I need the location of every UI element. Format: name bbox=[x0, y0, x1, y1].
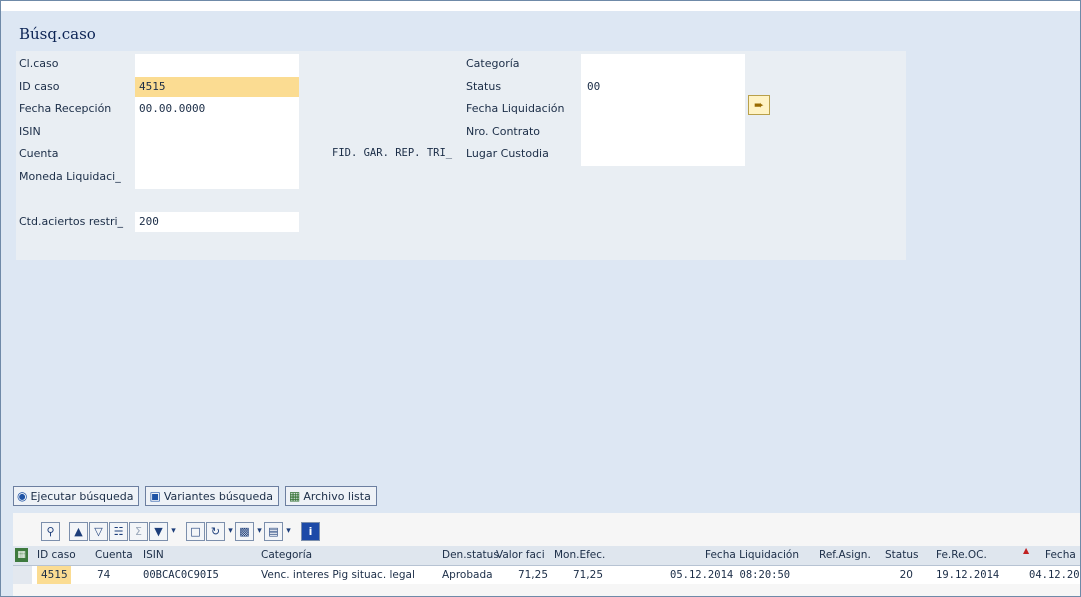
archive-list-button[interactable]: ▦ Archivo lista bbox=[284, 486, 377, 506]
variants-icon: ▣ bbox=[149, 489, 161, 503]
col-categoria[interactable]: Categoría bbox=[261, 546, 312, 565]
cell-isin: 00BCAC0C90I5 bbox=[143, 569, 219, 581]
subtotal-icon[interactable]: ▼ bbox=[149, 521, 168, 541]
chevron-down-icon[interactable]: ▾ bbox=[284, 522, 293, 541]
search-variants-label: Variantes búsqueda bbox=[163, 489, 273, 503]
label-moneda-liquidacion: Moneda Liquidaci_ bbox=[19, 170, 121, 183]
label-status: Status bbox=[466, 80, 502, 93]
fid-gar-rep-text: FID. GAR. REP. TRI_ bbox=[332, 147, 453, 159]
fecha-recepcion-field[interactable]: 00.00.0000 bbox=[135, 99, 299, 119]
cell-mon-efec: 71,25 bbox=[572, 569, 603, 581]
col-ref-asign[interactable]: Ref.Asign. bbox=[819, 546, 871, 565]
status-field[interactable]: 00 bbox=[581, 77, 745, 97]
cell-valor-faci: 71,25 bbox=[517, 569, 548, 581]
cell-status: 20 bbox=[899, 569, 913, 581]
layout-icon[interactable]: ▤ bbox=[264, 521, 283, 541]
screen-title: Búsq.caso bbox=[19, 25, 96, 43]
col-isin[interactable]: ISIN bbox=[143, 546, 164, 565]
cell-cuenta: 74 bbox=[97, 569, 111, 581]
export-icon[interactable]: ▩ bbox=[235, 521, 254, 541]
label-lugar-custodia: Lugar Custodia bbox=[466, 147, 549, 160]
sap-window: Búsq.caso Cl.caso ID caso Fecha Recepció… bbox=[0, 0, 1081, 597]
col-id-caso[interactable]: ID caso bbox=[37, 546, 76, 565]
cell-den-status: Aprobada bbox=[442, 569, 493, 581]
col-fecha[interactable]: Fecha bbox=[1045, 546, 1076, 565]
sum-icon[interactable]: Σ bbox=[129, 521, 148, 541]
fecha-liquidacion-field[interactable] bbox=[581, 99, 745, 119]
chevron-down-icon[interactable]: ▾ bbox=[226, 522, 235, 541]
col-valor-faci[interactable]: Valor faci bbox=[496, 546, 545, 565]
id-caso-field[interactable]: 4515 bbox=[135, 77, 299, 97]
search-action-bar: ◉ Ejecutar búsqueda ▣ Variantes búsqueda… bbox=[13, 486, 377, 508]
execute-search-label: Ejecutar búsqueda bbox=[30, 489, 134, 503]
col-fe-re-oc[interactable]: Fe.Re.OC. bbox=[936, 546, 987, 565]
ctd-aciertos-field[interactable]: 200 bbox=[135, 212, 299, 232]
label-fecha-liquidacion: Fecha Liquidación bbox=[466, 102, 565, 115]
col-cuenta[interactable]: Cuenta bbox=[95, 546, 133, 565]
alv-toolbar: ⚲ ▲ ▽ ☵ Σ ▼ ▾ □ ↻ ▾ ▩ ▾ ▤ ▾ i bbox=[41, 520, 329, 542]
cell-id-caso[interactable]: 4515 bbox=[41, 566, 68, 584]
label-id-caso: ID caso bbox=[19, 80, 60, 93]
cell-fecha-liquidacion: 05.12.2014 08:20:50 bbox=[670, 569, 791, 581]
label-fecha-recepcion: Fecha Recepción bbox=[19, 102, 112, 115]
refresh-icon[interactable]: ↻ bbox=[206, 521, 225, 541]
col-mon-efec[interactable]: Mon.Efec. bbox=[554, 546, 605, 565]
label-nro-contrato: Nro. Contrato bbox=[466, 125, 541, 138]
cuenta-field[interactable] bbox=[135, 144, 299, 164]
cell-categoria: Venc. interes Pig situac. legal bbox=[261, 569, 415, 581]
table-header bbox=[13, 546, 1080, 566]
filter-icon[interactable]: ▽ bbox=[89, 521, 108, 541]
moneda-liquidacion-field[interactable] bbox=[135, 167, 299, 187]
cell-fe-re-oc: 19.12.2014 bbox=[936, 569, 1000, 581]
col-den-status[interactable]: Den.status bbox=[442, 546, 499, 565]
details-icon[interactable]: ⚲ bbox=[41, 521, 60, 541]
print-icon[interactable]: ▲ bbox=[69, 521, 88, 541]
print-preview-icon[interactable]: □ bbox=[186, 521, 205, 541]
col-status[interactable]: Status bbox=[885, 546, 918, 565]
execute-icon: ◉ bbox=[17, 489, 28, 503]
label-cuenta: Cuenta bbox=[19, 147, 59, 160]
chevron-down-icon[interactable]: ▾ bbox=[255, 522, 264, 541]
info-icon[interactable]: i bbox=[301, 521, 320, 541]
isin-field[interactable] bbox=[135, 122, 299, 142]
chevron-down-icon[interactable]: ▾ bbox=[169, 522, 178, 541]
select-all-icon[interactable]: ▦ bbox=[15, 548, 28, 562]
execute-search-button[interactable]: ◉ Ejecutar búsqueda bbox=[13, 486, 140, 506]
label-categoria: Categoría bbox=[466, 57, 520, 70]
nro-contrato-field[interactable] bbox=[581, 122, 745, 142]
cl-caso-field[interactable] bbox=[135, 54, 299, 74]
search-variants-button[interactable]: ▣ Variantes búsqueda bbox=[145, 486, 279, 506]
lugar-custodia-field[interactable] bbox=[581, 144, 745, 164]
top-strip bbox=[1, 1, 1080, 11]
list-icon: ▦ bbox=[288, 489, 301, 503]
categoria-field[interactable] bbox=[581, 54, 745, 74]
arrow-right-icon[interactable]: ➨ bbox=[748, 95, 770, 115]
archive-list-label: Archivo lista bbox=[303, 489, 371, 503]
label-ctd-aciertos: Ctd.aciertos restri_ bbox=[19, 215, 124, 228]
cell-fecha: 04.12.20 bbox=[1029, 569, 1080, 581]
find-icon[interactable]: ☵ bbox=[109, 521, 128, 541]
label-isin: ISIN bbox=[19, 125, 41, 138]
label-cl-caso: Cl.caso bbox=[19, 57, 59, 70]
sort-icon: ▲ bbox=[1023, 546, 1030, 555]
col-fecha-liquidacion[interactable]: Fecha Liquidación bbox=[705, 546, 799, 565]
row-selector[interactable] bbox=[13, 566, 32, 584]
